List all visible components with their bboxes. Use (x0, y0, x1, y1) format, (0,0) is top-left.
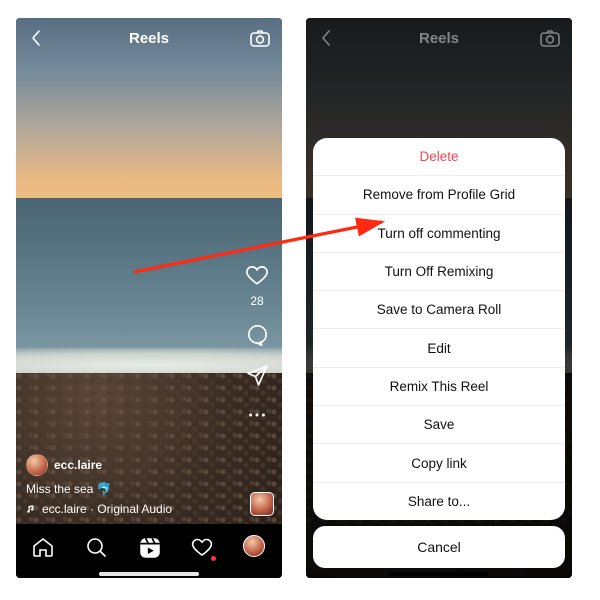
camera-button-dimmed (538, 26, 562, 50)
right-action-rail: 28 (240, 262, 274, 428)
home-icon (31, 535, 55, 559)
more-icon (246, 404, 268, 426)
nav-reels[interactable] (137, 535, 161, 559)
sheet-turn-off-commenting[interactable]: Turn off commenting (313, 215, 565, 253)
like-count: 28 (250, 294, 263, 308)
chevron-left-icon (319, 28, 333, 48)
audio-line[interactable]: ecc.laire · Original Audio (42, 502, 172, 516)
back-button[interactable] (24, 26, 48, 50)
sheet-save-camera-roll[interactable]: Save to Camera Roll (313, 291, 565, 329)
topbar: Reels (16, 18, 282, 58)
camera-icon (538, 26, 562, 50)
reels-icon (137, 535, 163, 561)
chevron-left-icon (29, 28, 43, 48)
sheet-copy-link[interactable]: Copy link (313, 444, 565, 482)
action-sheet: Delete Remove from Profile Grid Turn off… (313, 138, 565, 520)
home-indicator (389, 572, 489, 576)
camera-icon (248, 26, 272, 50)
sheet-edit[interactable]: Edit (313, 329, 565, 367)
sheet-remove-from-grid[interactable]: Remove from Profile Grid (313, 176, 565, 214)
author-username[interactable]: ecc.laire (54, 458, 102, 472)
header-title: Reels (129, 30, 169, 47)
audio-thumbnail[interactable] (250, 492, 274, 516)
like-button[interactable] (244, 262, 270, 288)
nav-profile[interactable] (243, 535, 267, 559)
heart-icon (244, 262, 270, 288)
bottom-nav (16, 524, 282, 578)
search-icon (84, 535, 108, 559)
avatar-icon (243, 535, 265, 557)
sheet-share-to[interactable]: Share to... (313, 483, 565, 520)
sheet-turn-off-remixing[interactable]: Turn Off Remixing (313, 253, 565, 291)
reel-caption: Miss the sea 🐬 (26, 482, 112, 496)
home-indicator (99, 572, 199, 576)
comment-icon (245, 323, 270, 348)
action-sheet-screen: Reels Delete Remove from Profile Grid Tu… (306, 18, 572, 578)
music-note-icon (26, 504, 36, 514)
paperplane-icon (245, 363, 270, 388)
sheet-cancel[interactable]: Cancel (313, 526, 565, 568)
notification-dot (211, 556, 216, 561)
back-button-dimmed (314, 26, 338, 50)
nav-home[interactable] (31, 535, 55, 559)
sheet-delete[interactable]: Delete (313, 138, 565, 176)
sheet-remix-this-reel[interactable]: Remix This Reel (313, 368, 565, 406)
share-button[interactable] (244, 362, 270, 388)
author-avatar[interactable] (26, 454, 48, 476)
camera-button[interactable] (248, 26, 272, 50)
sheet-save[interactable]: Save (313, 406, 565, 444)
more-button[interactable] (244, 402, 270, 428)
heart-outline-icon (190, 535, 214, 559)
nav-activity[interactable] (190, 535, 214, 559)
header-title-dimmed: Reels (419, 30, 459, 47)
reel-meta: ecc.laire Miss the sea 🐬 ecc.laire · Ori… (26, 454, 234, 516)
reels-viewer-screen: Reels 28 (16, 18, 282, 578)
nav-search[interactable] (84, 535, 108, 559)
comment-button[interactable] (244, 322, 270, 348)
